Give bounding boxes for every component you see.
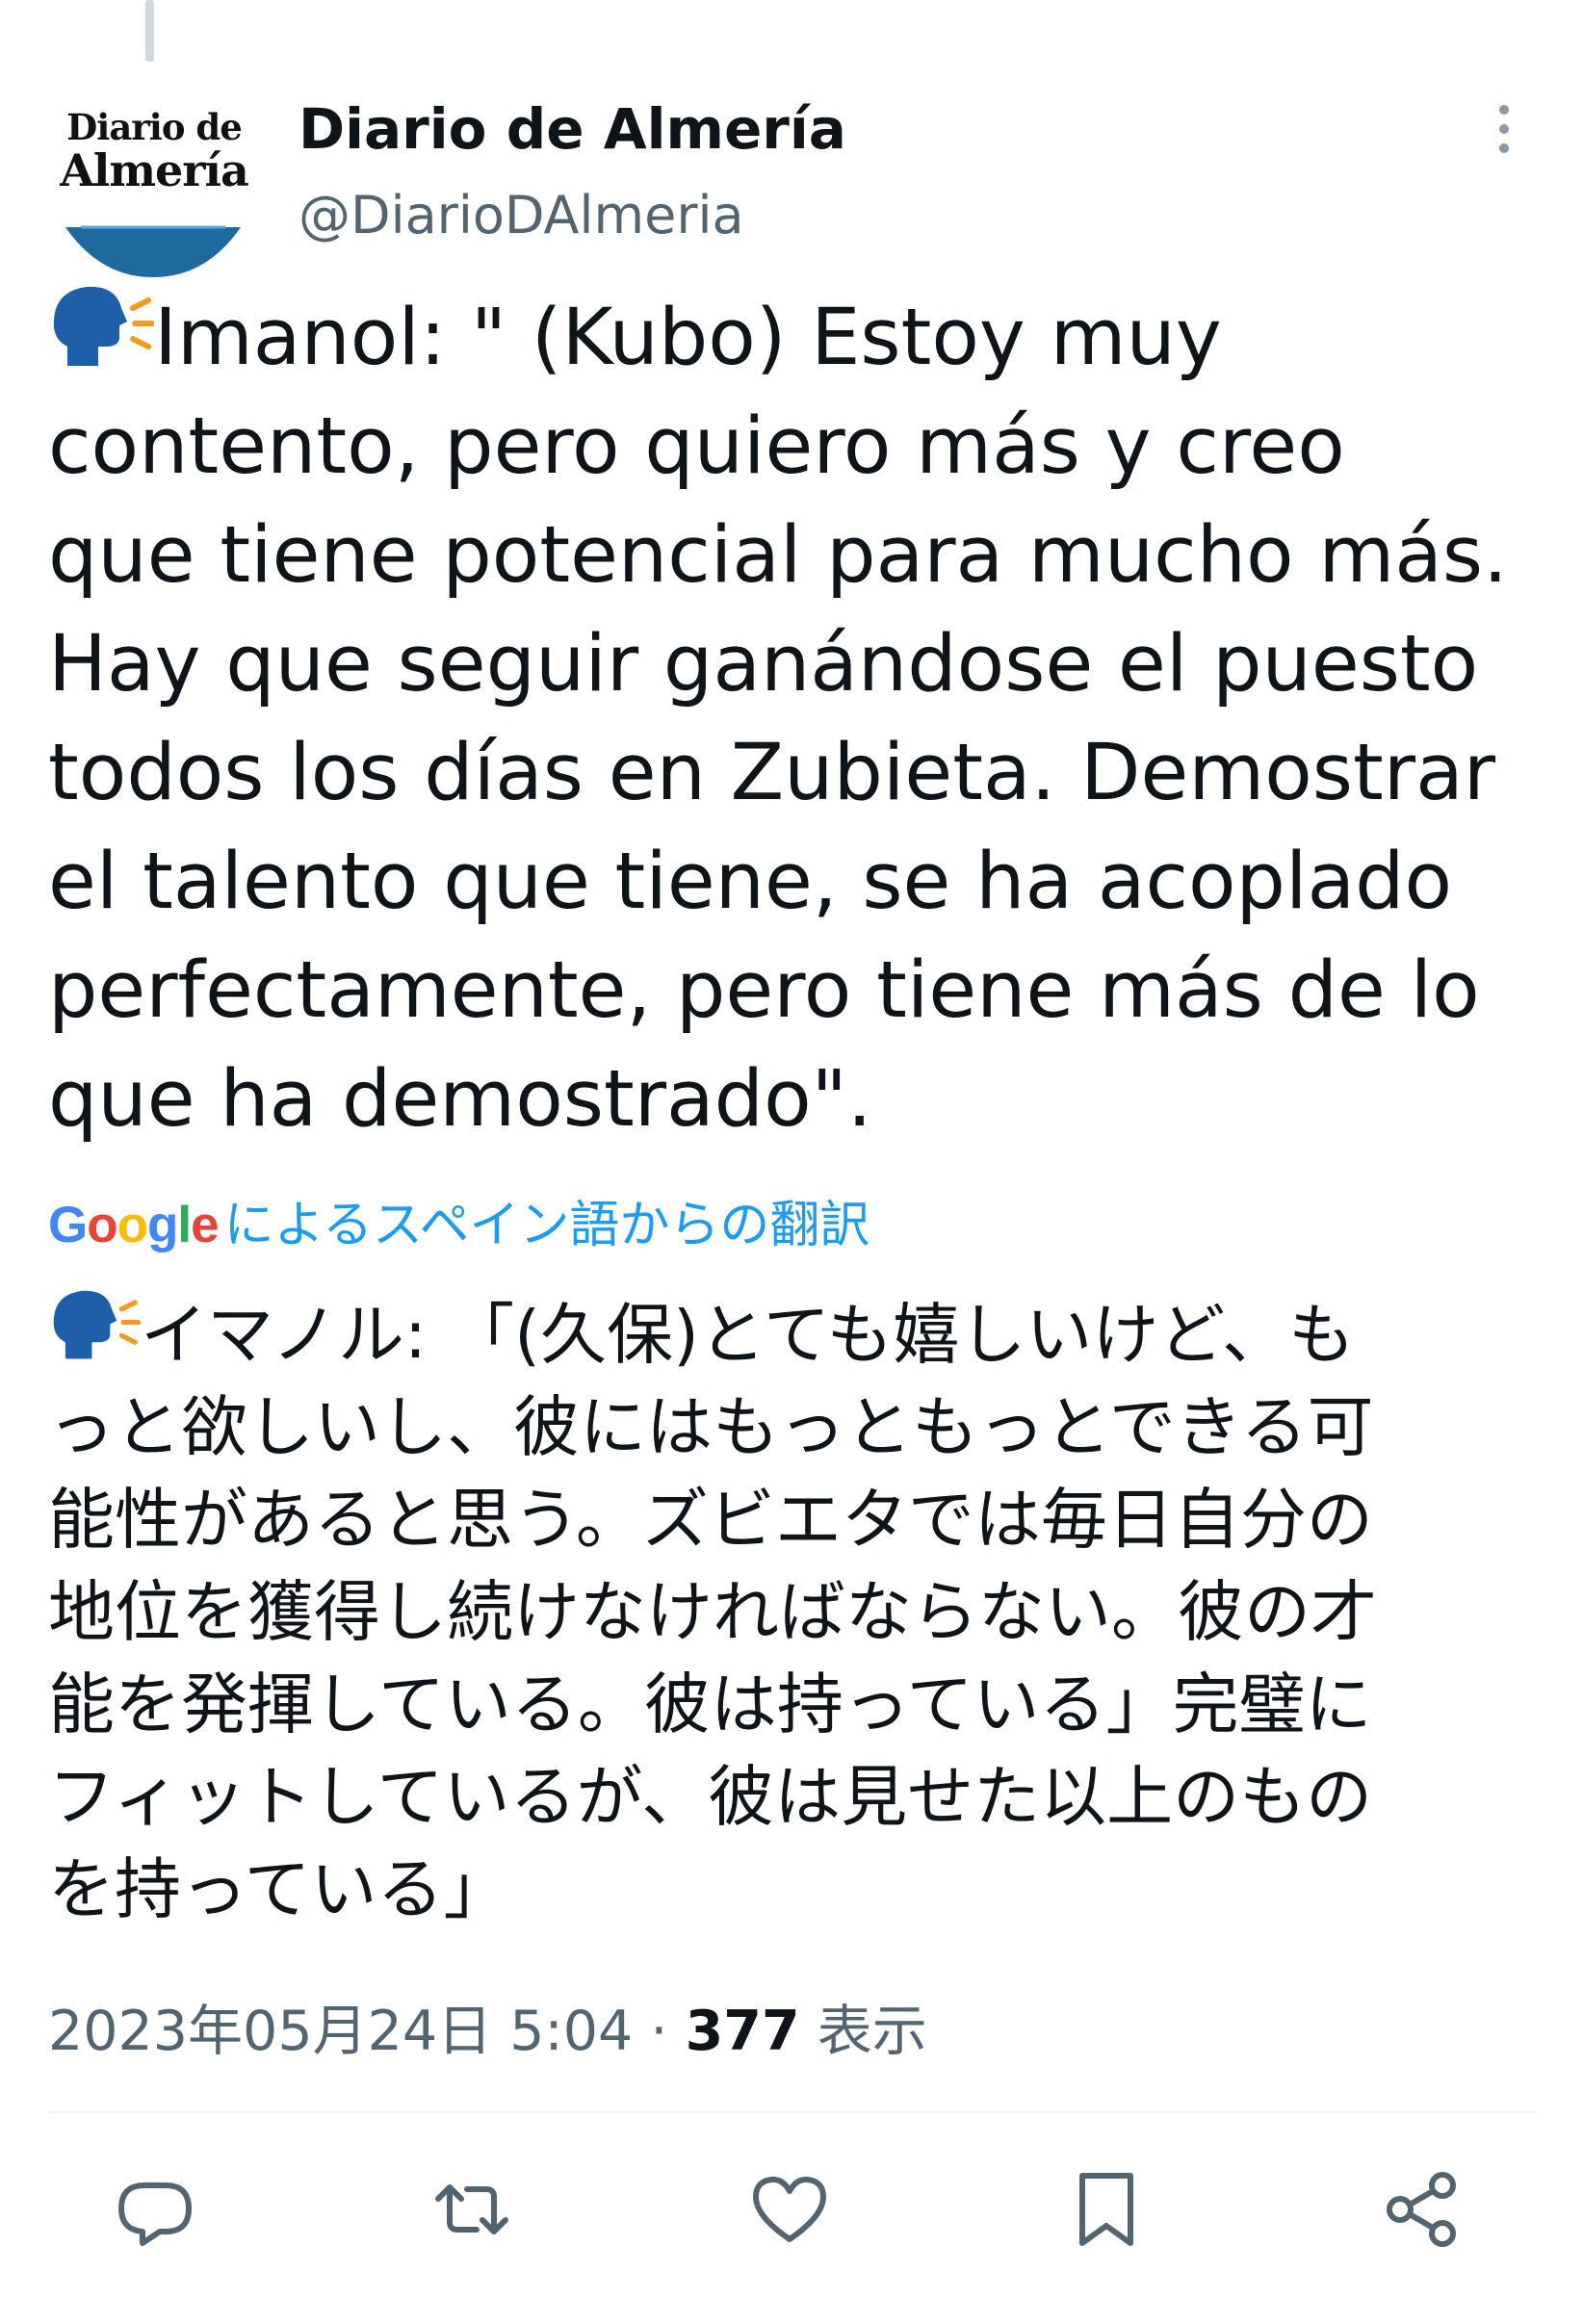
translated-text-line: 能を発揮している。彼は持っている」完璧に	[48, 1666, 1372, 1743]
avatar-logo-line1: Diario de	[66, 106, 243, 148]
views-label: 表示	[817, 2000, 927, 2063]
google-logo: Google	[48, 1192, 220, 1259]
speaking-head-icon	[53, 286, 154, 366]
views-count[interactable]: 377	[686, 2000, 800, 2063]
bookmark-icon	[1079, 2173, 1133, 2246]
tweet-text: Imanol: " (Kubo) Estoy muy contento, per…	[48, 279, 1550, 1154]
google-logo-letter: G	[48, 1197, 88, 1253]
translated-text: イマノル: 「(久保)とても嬉しいけど、も っと欲しいし、彼にはもっともっとでき…	[48, 1284, 1550, 1936]
translated-text-line: 地位を獲得し続けなければならない。彼の才	[48, 1574, 1377, 1651]
speaking-head-icon	[53, 1290, 141, 1359]
share-icon	[1387, 2172, 1456, 2247]
tweet-text-line: contento, pero quiero más y creo	[48, 401, 1345, 492]
timestamp[interactable]: 2023年05月24日 5:04	[48, 2000, 633, 2063]
share-button[interactable]	[1379, 2166, 1466, 2253]
translated-text-line: を持っている」	[48, 1851, 510, 1928]
tweet-text-line: que tiene potencial para mucho más.	[48, 510, 1508, 601]
google-logo-letter: o	[87, 1197, 117, 1253]
heart-icon	[753, 2176, 826, 2242]
avatar-logo-line2: Almería	[60, 144, 249, 196]
translation-attribution[interactable]: Google によるスペイン語からの翻訳	[48, 1192, 869, 1259]
tweet-text-segment: Imanol: " (Kubo) Estoy muy	[154, 293, 1222, 383]
tweet-text-line: el talento que tiene, se ha acoplado	[48, 837, 1453, 927]
translated-text-line: 能性があると思う。ズビエタでは毎日自分の	[48, 1482, 1373, 1559]
tweet-meta: 2023年05月24日 5:04 · 377 表示	[48, 1987, 927, 2066]
tweet-text-line: Hay que seguir ganándose el puesto	[48, 619, 1479, 710]
logo-bowl-icon	[65, 225, 241, 277]
google-logo-letter: l	[177, 1197, 192, 1253]
action-bar	[0, 2147, 1583, 2272]
translated-text-segment: イマノル: 「(久保)とても嬉しいけど、も	[141, 1297, 1355, 1374]
google-logo-letter: o	[117, 1197, 148, 1253]
more-options-icon[interactable]	[1483, 100, 1525, 158]
google-logo-letter: g	[146, 1197, 178, 1253]
retweet-icon	[435, 2184, 508, 2234]
retweet-button[interactable]	[428, 2166, 515, 2253]
translation-attribution-text[interactable]: によるスペイン語からの翻訳	[224, 1197, 870, 1254]
translated-text-line: イマノル: 「(久保)とても嬉しいけど、も	[48, 1284, 1550, 1381]
tweet-header: Diario de Almería Diario de Almería @Dia…	[0, 0, 1583, 289]
bookmark-button[interactable]	[1063, 2166, 1150, 2253]
divider	[48, 2111, 1535, 2113]
translated-text-line: フィットしているが、彼は見せた以上のもの	[48, 1759, 1373, 1836]
tweet-text-line: que ha demostrado".	[48, 1054, 872, 1145]
translated-text-line: っと欲しいし、彼にはもっともっとできる可	[48, 1389, 1374, 1466]
reply-icon	[118, 2182, 192, 2246]
tweet-text-line: perfectamente, pero tiene más de lo	[48, 945, 1480, 1036]
display-name[interactable]: Diario de Almería	[298, 96, 846, 162]
meta-separator: ·	[650, 2000, 668, 2063]
avatar[interactable]: Diario de Almería	[48, 92, 260, 285]
tweet-text-line: todos los días en Zubieta. Demostrar	[48, 728, 1496, 818]
tweet-text-line: Imanol: " (Kubo) Estoy muy	[48, 279, 1550, 393]
google-logo-letter: e	[191, 1197, 220, 1253]
user-handle[interactable]: @DiarioDAlmeria	[298, 185, 744, 245]
reply-button[interactable]	[112, 2166, 198, 2253]
like-button[interactable]	[746, 2166, 833, 2253]
